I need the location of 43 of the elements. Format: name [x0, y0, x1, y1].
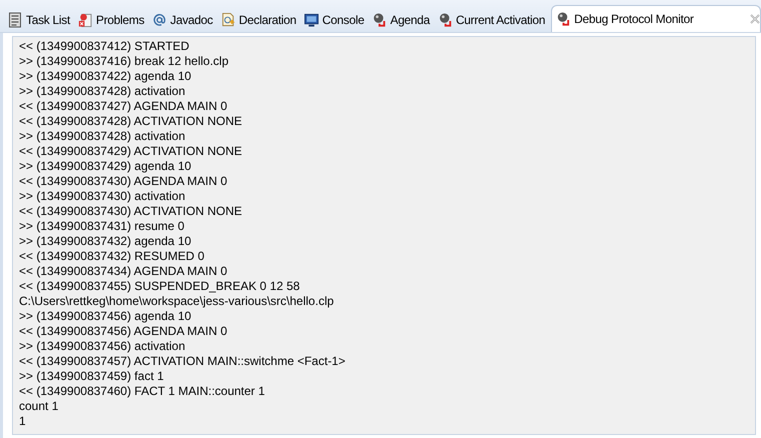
- log-line: << (1349900837457) ACTIVATION MAIN::switchme <Fact-1>: [19, 354, 346, 369]
- document-arrow-icon: [220, 12, 236, 28]
- log-line: >> (1349900837422) agenda 10: [19, 69, 192, 84]
- monitor-icon: [304, 12, 320, 28]
- close-icon[interactable]: [750, 14, 760, 24]
- log-line: << (1349900837460) FACT 1 MAIN::counter 1: [19, 384, 266, 399]
- log-line: >> (1349900837430) activation: [19, 189, 186, 204]
- log-line: << (1349900837434) AGENDA MAIN 0: [19, 264, 228, 279]
- log-line: << (1349900837455) SUSPENDED_BREAK 0 12 58: [19, 279, 301, 294]
- log-line: >> (1349900837456) activation: [19, 339, 186, 354]
- view-tab[interactable]: Debug Protocol Monitor: [551, 5, 761, 32]
- view-tab[interactable]: Current Activation: [434, 8, 550, 32]
- log-line: C:\Users\rettkeg\home\workspace\jess-various\src\hello.clp: [19, 294, 335, 309]
- log-line: << (1349900837428) ACTIVATION NONE: [19, 114, 244, 129]
- bug-hook-icon: [556, 11, 572, 27]
- log-line: >> (1349900837459) fact 1: [19, 369, 165, 384]
- view-tab[interactable]: Problems: [74, 8, 148, 32]
- log-line: >> (1349900837428) activation: [19, 84, 186, 99]
- log-line: << (1349900837429) ACTIVATION NONE: [19, 144, 244, 159]
- problems-icon: [78, 12, 93, 28]
- log-line: >> (1349900837431) resume 0: [19, 219, 186, 234]
- clipboard-icon: [8, 12, 23, 28]
- bug-hook-icon: [372, 12, 388, 28]
- log-line: >> (1349900837416) break 12 hello.clp: [19, 54, 230, 69]
- log-line: << (1349900837430) ACTIVATION NONE: [19, 204, 244, 219]
- log-line: >> (1349900837429) agenda 10: [19, 159, 192, 174]
- log-line: >> (1349900837456) agenda 10: [19, 309, 192, 324]
- log-line: 1: [19, 414, 27, 429]
- view-tab[interactable]: Agenda: [368, 8, 434, 32]
- log-line: << (1349900837432) RESUMED 0: [19, 249, 206, 264]
- bug-hook-icon: [438, 12, 453, 28]
- log-line: << (1349900837412) STARTED: [19, 39, 190, 54]
- view-tab[interactable]: Console: [300, 8, 368, 32]
- log-line: >> (1349900837432) agenda 10: [19, 234, 192, 249]
- log-line: << (1349900837456) AGENDA MAIN 0: [19, 324, 228, 339]
- at-sign-icon: [152, 12, 168, 28]
- view-tab[interactable]: Declaration: [216, 8, 300, 32]
- log-line: >> (1349900837428) activation: [19, 129, 186, 144]
- log-line: << (1349900837430) AGENDA MAIN 0: [19, 174, 228, 189]
- view-tab[interactable]: Javadoc: [148, 8, 217, 32]
- log-line: << (1349900837427) AGENDA MAIN 0: [19, 99, 228, 114]
- view-tab[interactable]: Task List: [4, 8, 74, 32]
- log-line: count 1: [19, 399, 60, 414]
